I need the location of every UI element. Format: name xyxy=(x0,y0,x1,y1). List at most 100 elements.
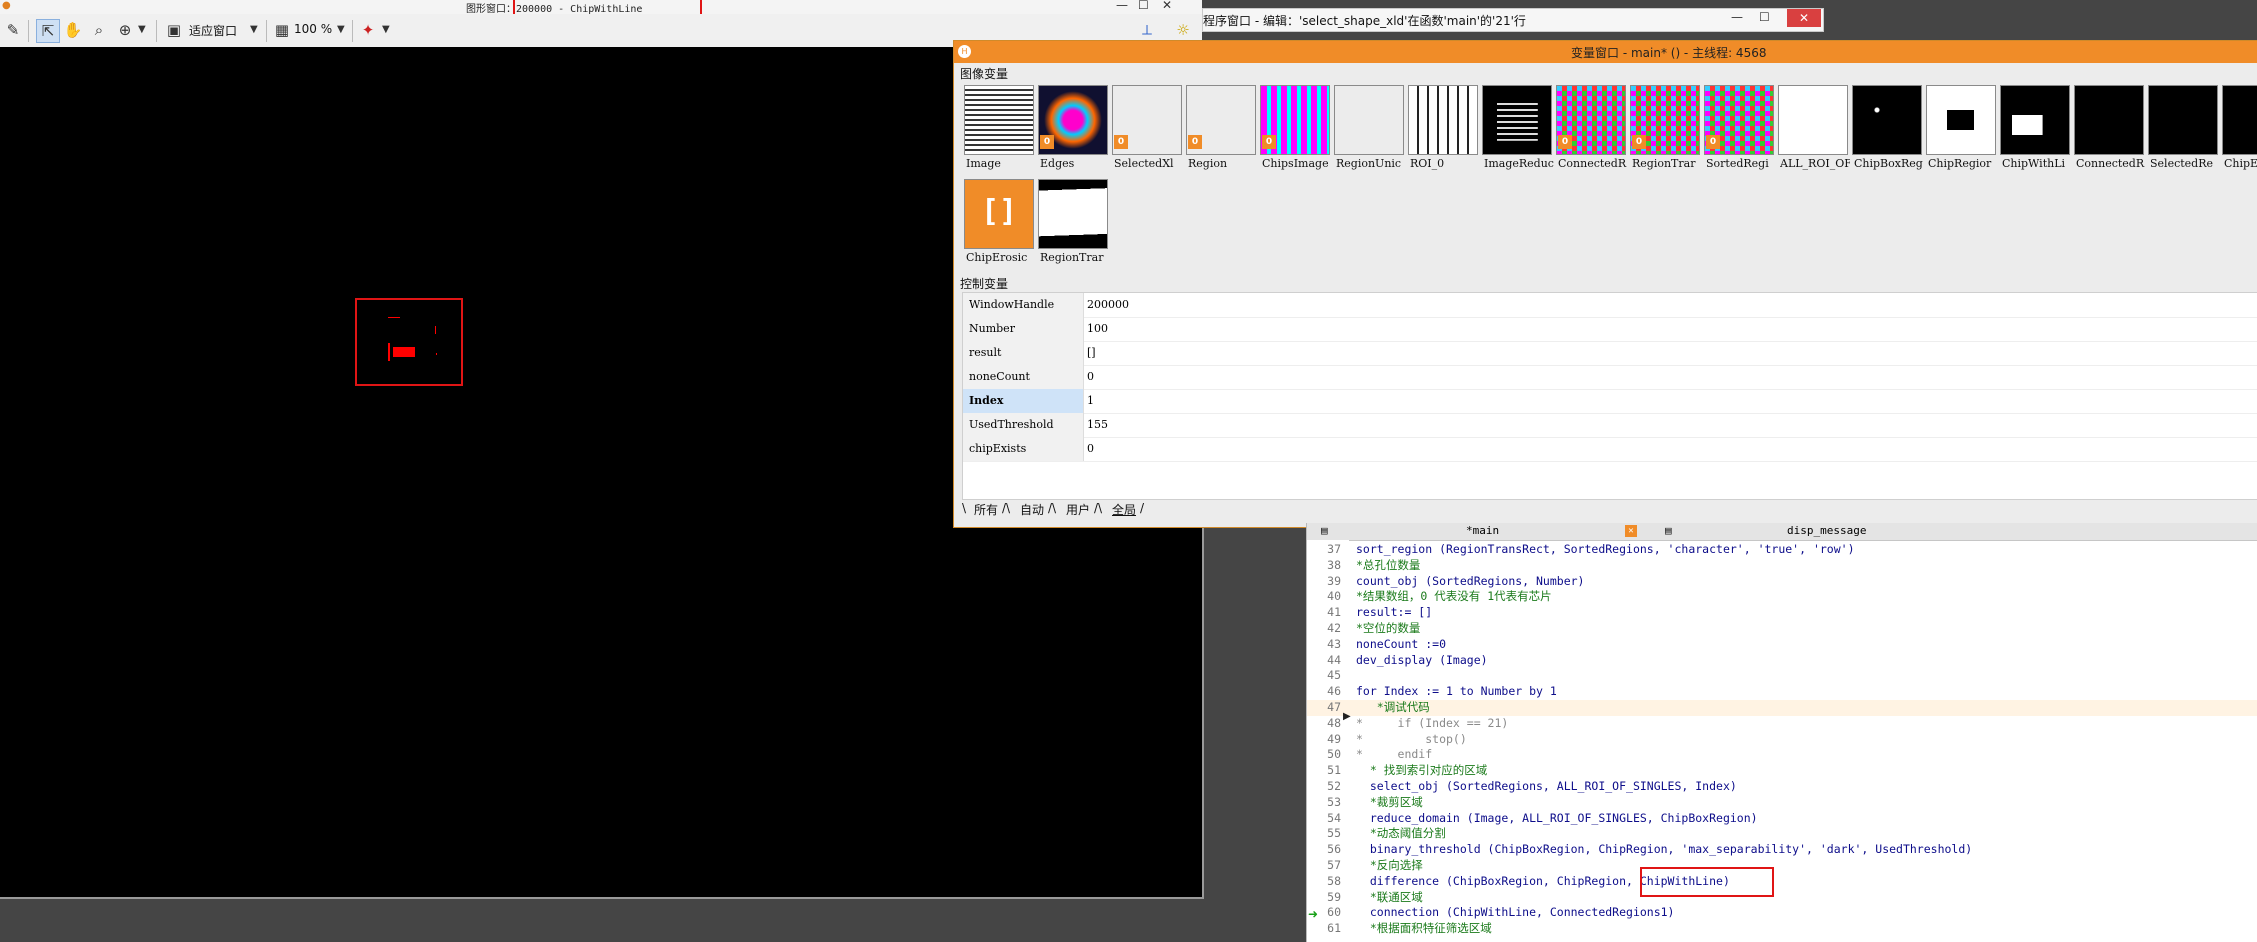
code-editor[interactable]: 37 sort_region (RegionTransRect, SortedRe… xyxy=(1307,542,2257,942)
code-line[interactable]: 57 *反向选择 xyxy=(1307,858,2257,874)
line-number: 61 xyxy=(1327,921,1341,936)
code-line[interactable]: 38 *总孔位数量 xyxy=(1307,558,2257,574)
code-line[interactable]: 48 * if (Index == 21) xyxy=(1307,716,2257,732)
code-line[interactable]: 52 select_obj (SortedRegions, ALL_ROI_OF… xyxy=(1307,779,2257,795)
tab-user[interactable]: 用户 xyxy=(1066,501,1090,518)
iconic-variable[interactable]: RegionTrar xyxy=(1036,177,1108,269)
iconic-variable[interactable]: 0 Edges xyxy=(1036,83,1108,175)
line-number: 43 xyxy=(1327,636,1341,651)
hand-icon[interactable]: ✋ xyxy=(62,19,84,41)
code-text: reduce_domain (Image, ALL_ROI_OF_SINGLES… xyxy=(1356,810,1758,825)
chevron-down-icon[interactable]: ▼ xyxy=(250,24,258,35)
control-variable-row[interactable]: chipExists 0 xyxy=(963,437,2257,462)
iconic-variable[interactable]: ROI_0 xyxy=(1406,83,1478,175)
control-variable-row[interactable]: result[] xyxy=(963,341,2257,366)
lightbulb-icon[interactable]: ☼ xyxy=(1172,19,1194,41)
fit-window-icon[interactable]: ▣ xyxy=(163,19,185,41)
control-variable-value: 155 xyxy=(1087,418,1108,431)
iconic-variable[interactable]: SelectedRe xyxy=(2146,83,2218,175)
program-window-titlebar[interactable]: 程序窗口 - 编辑：'select_shape_xld'在函数'main'的'2… xyxy=(1202,8,1824,32)
code-line[interactable]: 39 count_obj (SortedRegions, Number) xyxy=(1307,574,2257,590)
code-line[interactable]: 59 *联通区域 xyxy=(1307,890,2257,906)
chip-line-top xyxy=(388,317,400,318)
iconic-variable[interactable]: 0 SelectedXl xyxy=(1110,83,1182,175)
iconic-variable[interactable]: ALL_ROI_OF xyxy=(1776,83,1850,175)
code-line[interactable]: 53 *裁剪区域 xyxy=(1307,795,2257,811)
iconic-variable[interactable]: [] ChipErosic xyxy=(962,177,1034,269)
code-line[interactable]: 45 xyxy=(1307,668,2257,684)
code-line[interactable]: 55 *动态阈值分割 xyxy=(1307,826,2257,842)
program-window: ▤ *main ✕ ▤ disp_message 37 sort_region (… xyxy=(1306,523,2257,942)
control-variable-row[interactable]: noneCount 0 xyxy=(963,365,2257,390)
code-line[interactable]: 60 connection (ChipWithLine, ConnectedRe… xyxy=(1307,905,2257,921)
code-line[interactable]: 37 sort_region (RegionTransRect, SortedRe… xyxy=(1307,542,2257,558)
coordinate-axes-icon[interactable]: ⟂ xyxy=(1136,19,1158,41)
control-variables-label: 控制变量 xyxy=(960,277,1009,291)
control-variable-row[interactable]: Index 1 xyxy=(963,389,2257,414)
control-variable-row[interactable]: Number 100 xyxy=(963,317,2257,342)
iconic-variable[interactable]: 0 ConnectedR xyxy=(1554,83,1626,175)
code-line[interactable]: 43 noneCount :=0 xyxy=(1307,637,2257,653)
code-line[interactable]: 47 *调试代码 xyxy=(1307,700,2257,716)
code-line[interactable]: 46 for Index := 1 to Number by 1 xyxy=(1307,684,2257,700)
fit-window-label[interactable]: 适应窗口 xyxy=(189,22,237,39)
line-number: 49 xyxy=(1327,731,1341,746)
iconic-variable[interactable]: ChipRegior xyxy=(1924,83,1996,175)
code-line[interactable]: 54 reduce_domain (Image, ALL_ROI_OF_SING… xyxy=(1307,811,2257,827)
maximize-button[interactable]: ☐ xyxy=(1759,10,1770,24)
code-line[interactable]: 56 binary_threshold (ChipBoxRegion, Chip… xyxy=(1307,842,2257,858)
close-tab-icon[interactable]: ✕ xyxy=(1625,525,1637,537)
code-line[interactable]: 51 * 找到索引对应的区域 xyxy=(1307,763,2257,779)
iconic-variable[interactable]: 0 SortedRegi xyxy=(1702,83,1774,175)
iconic-variable[interactable]: 0 ChipsImage xyxy=(1258,83,1330,175)
pointer-icon[interactable]: ⇱ xyxy=(36,19,60,43)
code-line[interactable]: 41 result:= [] xyxy=(1307,605,2257,621)
zoom-in-icon[interactable]: ⊕ xyxy=(114,19,136,41)
code-text: *调试代码 xyxy=(1356,700,1430,714)
minimize-button[interactable]: — xyxy=(1731,10,1743,24)
close-button[interactable]: ✕ xyxy=(1162,0,1172,12)
tab-auto[interactable]: 自动 xyxy=(1020,501,1044,518)
code-line[interactable]: 44 dev_display (Image) xyxy=(1307,653,2257,669)
control-variable-row[interactable]: WindowHandle 200000 xyxy=(963,293,2257,318)
close-button[interactable]: ✕ xyxy=(1787,9,1821,27)
tab-global[interactable]: 全局 xyxy=(1112,501,1136,518)
iconic-variable[interactable]: ChipE xyxy=(2220,83,2257,175)
iconic-variable[interactable]: RegionUnic xyxy=(1332,83,1404,175)
code-line[interactable]: 50 * endif xyxy=(1307,747,2257,763)
code-line[interactable]: 40 *结果数组，0 代表没有 1代表有芯片 xyxy=(1307,589,2257,605)
line-number: 52 xyxy=(1327,779,1341,793)
iconic-variable-name: ChipE xyxy=(2224,157,2257,170)
maximize-button[interactable]: ☐ xyxy=(1138,0,1149,12)
minimize-button[interactable]: — xyxy=(1116,0,1128,12)
iconic-variable-name: RegionTrar xyxy=(1040,251,1104,264)
chevron-down-icon[interactable]: ▼ xyxy=(337,24,345,35)
code-line[interactable]: 61 *根据面积特征筛选区域 xyxy=(1307,921,2257,937)
tab-main[interactable]: *main xyxy=(1466,524,1499,537)
chevron-down-icon[interactable]: ▼ xyxy=(138,24,146,35)
iconic-variable[interactable]: ChipWithLi xyxy=(1998,83,2070,175)
iconic-variable[interactable]: ConnectedR xyxy=(2072,83,2144,175)
tab-disp-message[interactable]: disp_message xyxy=(1787,524,1866,537)
code-line[interactable]: 49 * stop() xyxy=(1307,732,2257,748)
iconic-variable[interactable]: 0 Region xyxy=(1184,83,1256,175)
program-tabbar: ▤ *main ✕ ▤ disp_message xyxy=(1307,523,2257,541)
control-variable-row[interactable]: UsedThreshold 155 xyxy=(963,413,2257,438)
magnifier-icon[interactable]: ⌕ xyxy=(88,19,110,41)
variable-window-titlebar[interactable]: H 变量窗口 - main* () - 主线程: 4568 xyxy=(954,41,2257,63)
chevron-down-icon[interactable]: ▼ xyxy=(382,24,390,35)
object-count-badge: 0 xyxy=(1558,135,1572,149)
iconic-variable[interactable]: 0 RegionTrar xyxy=(1628,83,1700,175)
iconic-variable[interactable]: Image xyxy=(962,83,1034,175)
zoom-level-icon[interactable]: ▦ xyxy=(271,19,293,41)
edit-icon[interactable]: ✎ xyxy=(2,19,24,41)
object-count-badge: 0 xyxy=(1040,135,1054,149)
zoom-level-label[interactable]: 100 % xyxy=(294,22,332,36)
code-line[interactable]: 58 difference (ChipBoxRegion, ChipRegion… xyxy=(1307,874,2257,890)
iconic-variable[interactable]: ImageReduc xyxy=(1480,83,1554,175)
tab-all[interactable]: 所有 xyxy=(974,501,998,518)
code-line[interactable]: 42 *空位的数量 xyxy=(1307,621,2257,637)
draw-color-icon[interactable]: ✦ xyxy=(357,19,379,41)
code-text: for Index := 1 to Number by 1 xyxy=(1356,684,1557,699)
iconic-variable[interactable]: ChipBoxReg xyxy=(1850,83,1923,175)
